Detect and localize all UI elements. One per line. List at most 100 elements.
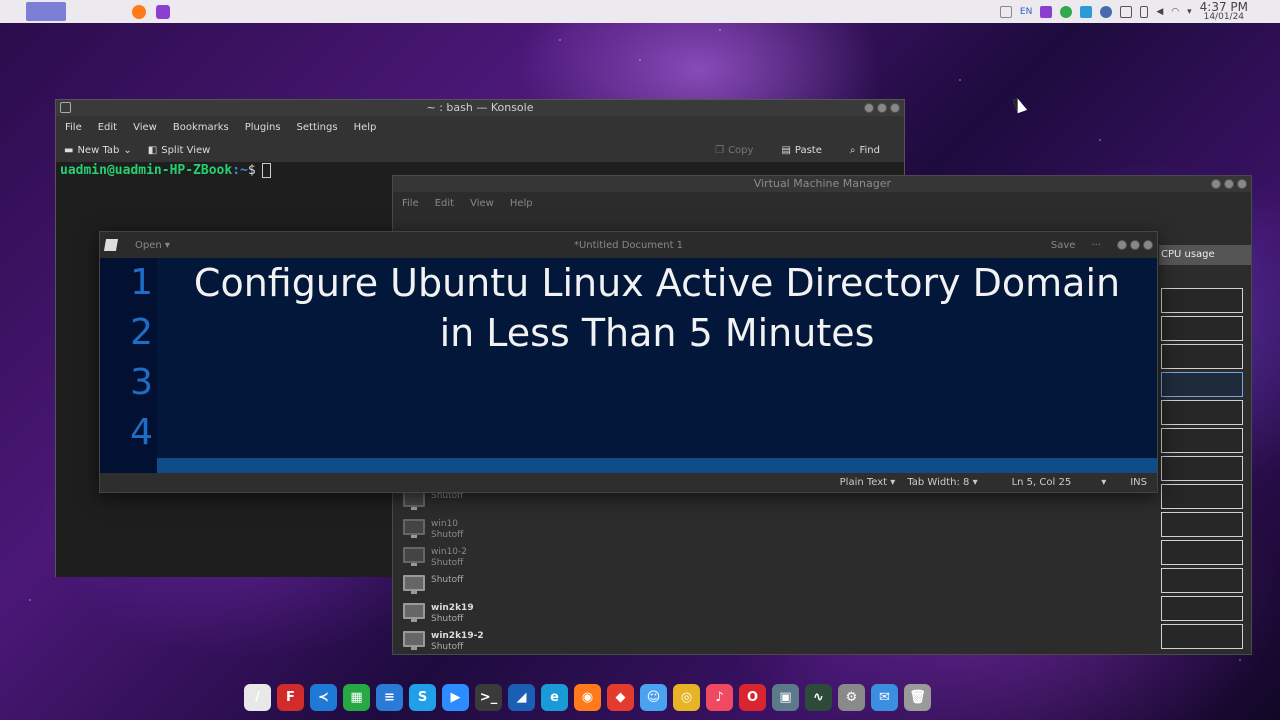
trash-icon[interactable]: 🗑 xyxy=(904,684,931,711)
finder-icon[interactable]: ☺ xyxy=(640,684,667,711)
vmm-minimize-button[interactable] xyxy=(1211,179,1221,189)
more-options-button[interactable]: ··· xyxy=(1091,240,1101,251)
copy-button[interactable]: ❐ Copy xyxy=(715,145,753,156)
line-number: 4 xyxy=(130,412,153,453)
clipboard-icon[interactable] xyxy=(1120,5,1133,18)
vmm-menu-view[interactable]: View xyxy=(470,198,494,209)
firefox-launcher-icon[interactable] xyxy=(132,4,146,19)
konsole-titlebar[interactable]: ~ : bash — Konsole xyxy=(56,100,904,116)
menu-file[interactable]: File xyxy=(65,122,82,133)
cursor-position[interactable]: Ln 5, Col 25 ▾ xyxy=(1012,477,1107,488)
vmm-menu-file[interactable]: File xyxy=(402,198,419,209)
cpu-usage-column-header[interactable]: CPU usage xyxy=(1159,245,1251,265)
wifi-icon[interactable]: ◠ xyxy=(1171,7,1179,17)
vm-row[interactable]: win2k19 Shutoff xyxy=(403,603,484,631)
firefox-icon[interactable]: ◉ xyxy=(574,684,601,711)
split-view-label: Split View xyxy=(161,144,211,156)
cursor-position-label: Ln 5, Col 25 xyxy=(1011,477,1072,488)
anydesk-icon[interactable]: ◆ xyxy=(607,684,634,711)
battery-icon[interactable] xyxy=(1140,5,1149,18)
vscode-icon[interactable]: ≺ xyxy=(310,684,337,711)
chrome-icon[interactable]: ◎ xyxy=(673,684,700,711)
filezilla-icon[interactable]: F xyxy=(277,684,304,711)
konsole-app-icon[interactable] xyxy=(60,102,71,113)
insert-mode[interactable]: INS xyxy=(1130,477,1147,488)
vm-row[interactable]: win10-2 Shutoff xyxy=(403,547,484,575)
bluetooth-icon[interactable] xyxy=(1100,5,1113,18)
vmm-close-button[interactable] xyxy=(1237,179,1247,189)
editor-minimize-button[interactable] xyxy=(1117,240,1127,250)
screen-recorder-tray-icon[interactable] xyxy=(1040,5,1053,18)
monitor-icon xyxy=(403,519,425,538)
settings-icon[interactable]: ⚙ xyxy=(838,684,865,711)
virtual-desktop-switcher[interactable] xyxy=(26,2,66,21)
vm-row[interactable]: win10 Shutoff xyxy=(403,519,484,547)
minimize-button[interactable] xyxy=(864,103,874,113)
vmm-titlebar[interactable]: Virtual Machine Manager xyxy=(393,176,1251,192)
line-number-gutter: 1 2 3 4 xyxy=(100,258,157,473)
maximize-button[interactable] xyxy=(877,103,887,113)
menu-help[interactable]: Help xyxy=(354,122,377,133)
editor-area[interactable]: 1 2 3 4 Configure Ubuntu Linux Active Di… xyxy=(100,258,1157,473)
open-button[interactable]: Open ▾ xyxy=(135,240,170,251)
cpu-graph xyxy=(1161,540,1243,565)
split-view-button[interactable]: ◧ Split View xyxy=(148,145,211,156)
cpu-usage-graphs xyxy=(1161,288,1245,652)
edge-icon[interactable]: e xyxy=(541,684,568,711)
vmm-menu-help[interactable]: Help xyxy=(510,198,533,209)
save-button[interactable]: Save xyxy=(1051,240,1076,251)
terminal-icon[interactable]: >_ xyxy=(475,684,502,711)
menu-bookmarks[interactable]: Bookmarks xyxy=(173,122,229,133)
tray-expand-icon[interactable]: ▾ xyxy=(1187,7,1192,17)
mail-icon[interactable]: ✉ xyxy=(871,684,898,711)
text-editor-headerbar[interactable]: Open ▾ *Untitled Document 1 Save ··· xyxy=(100,232,1157,258)
shark-icon[interactable]: ◢ xyxy=(508,684,535,711)
paste-icon: ▤ xyxy=(781,144,791,156)
cpu-graph-selected xyxy=(1161,372,1243,397)
document-icon[interactable]: ≡ xyxy=(376,684,403,711)
screen-recorder-icon[interactable] xyxy=(156,4,170,19)
remote-desktop-tray-icon[interactable] xyxy=(1080,5,1093,18)
new-tab-button[interactable]: ▬ New Tab ⌄ xyxy=(64,145,132,156)
vm-state: Shutoff xyxy=(431,575,464,585)
tab-width-label: Tab Width: 8 xyxy=(907,477,970,488)
terminal-cursor xyxy=(261,163,271,178)
paste-button[interactable]: ▤ Paste xyxy=(781,145,821,156)
mute-notification-icon[interactable] xyxy=(999,5,1012,18)
menu-view[interactable]: View xyxy=(133,122,157,133)
menu-plugins[interactable]: Plugins xyxy=(245,122,281,133)
text-editor-window: Open ▾ *Untitled Document 1 Save ··· 1 2… xyxy=(99,231,1158,493)
language-selector[interactable]: Plain Text ▾ xyxy=(840,477,896,488)
zoom-icon[interactable]: ▶ xyxy=(442,684,469,711)
open-label: Open xyxy=(135,239,162,251)
top-panel: EN ◀ ◠ ▾ 4:37 PM 14/01/24 xyxy=(0,0,1280,23)
skype-icon[interactable]: S xyxy=(409,684,436,711)
spreadsheet-icon[interactable]: ▦ xyxy=(343,684,370,711)
keyboard-layout[interactable]: EN xyxy=(1020,7,1032,17)
clock[interactable]: 4:37 PM 14/01/24 xyxy=(1200,1,1248,22)
text-content[interactable]: Configure Ubuntu Linux Active Directory … xyxy=(157,258,1157,473)
vm-row[interactable]: Shutoff xyxy=(403,491,484,519)
prompt-user-host: uadmin@uadmin-HP-ZBook xyxy=(60,163,233,178)
editor-close-button[interactable] xyxy=(1143,240,1153,250)
update-tray-icon[interactable] xyxy=(1060,5,1073,18)
vm-row[interactable]: Shutoff xyxy=(403,575,484,603)
find-button[interactable]: ⌕ Find xyxy=(850,145,880,156)
text-editor-icon[interactable]: / xyxy=(244,684,271,711)
screenshot-icon[interactable]: ▣ xyxy=(772,684,799,711)
vmm-maximize-button[interactable] xyxy=(1224,179,1234,189)
menu-edit[interactable]: Edit xyxy=(98,122,117,133)
music-icon[interactable]: ♪ xyxy=(706,684,733,711)
vm-name: win2k19-2 xyxy=(431,631,484,641)
close-button[interactable] xyxy=(890,103,900,113)
volume-icon[interactable]: ◀ xyxy=(1156,7,1163,17)
konsole-menubar: File Edit View Bookmarks Plugins Setting… xyxy=(56,116,904,138)
vmm-menu-edit[interactable]: Edit xyxy=(435,198,454,209)
vm-row[interactable]: win2k19-2 Shutoff xyxy=(403,631,484,659)
opera-icon[interactable]: O xyxy=(739,684,766,711)
system-monitor-icon[interactable]: ∿ xyxy=(805,684,832,711)
editor-maximize-button[interactable] xyxy=(1130,240,1140,250)
menu-settings[interactable]: Settings xyxy=(297,122,338,133)
tab-width-selector[interactable]: Tab Width: 8 ▾ xyxy=(907,477,977,488)
mouse-cursor-icon xyxy=(1012,96,1028,114)
